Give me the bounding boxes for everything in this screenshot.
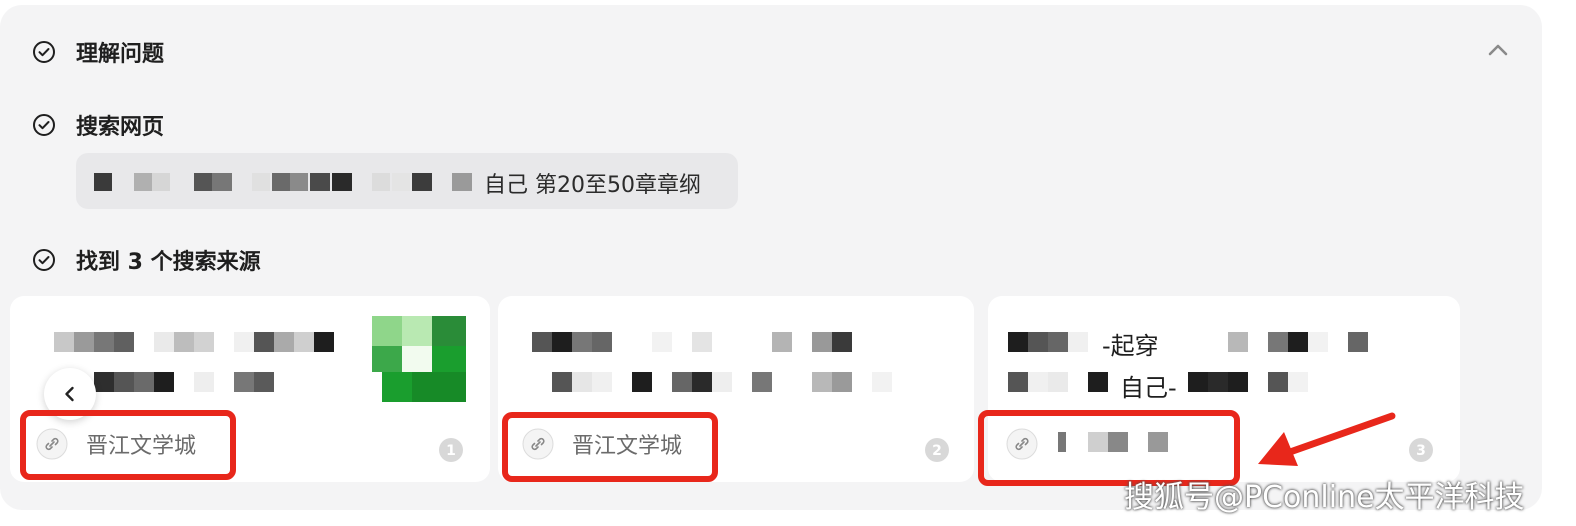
- source-index-number: 3: [1416, 443, 1426, 459]
- source-index-badge: 1: [439, 438, 463, 462]
- annotation-highlight-box: [502, 412, 718, 482]
- chevron-left-icon: [65, 386, 74, 402]
- source-index-number: 2: [932, 443, 942, 459]
- source-title-fragment: 自己-: [1120, 374, 1177, 402]
- step-understand-question: 理解问题: [32, 36, 164, 68]
- check-circle-icon: [33, 249, 55, 271]
- step-sources-found: 找到 3 个搜索来源: [32, 244, 261, 276]
- step-label: 搜索网页: [76, 115, 165, 140]
- site-logo-thumbnail: [372, 316, 470, 402]
- source-index-number: 1: [446, 443, 456, 459]
- search-query-chip: 自己 第20至50章章纲: [76, 153, 738, 209]
- search-query-text: 自己 第20至50章章纲: [484, 173, 701, 198]
- source-index-badge: 2: [925, 438, 949, 462]
- chevron-up-icon[interactable]: [1484, 38, 1512, 62]
- step-label: 找到 3 个搜索来源: [76, 250, 261, 275]
- check-circle-icon: [33, 41, 55, 63]
- annotation-highlight-box: [20, 410, 236, 480]
- source-title-fragment: -起穿: [1102, 332, 1159, 360]
- step-search-web: 搜索网页: [32, 109, 164, 141]
- check-circle-icon: [33, 114, 55, 136]
- watermark-text: 搜狐号@PConline太平洋科技: [1124, 480, 1525, 515]
- annotation-arrow: [1258, 412, 1396, 466]
- step-label: 理解问题: [76, 42, 165, 67]
- source-index-badge: 3: [1409, 438, 1433, 462]
